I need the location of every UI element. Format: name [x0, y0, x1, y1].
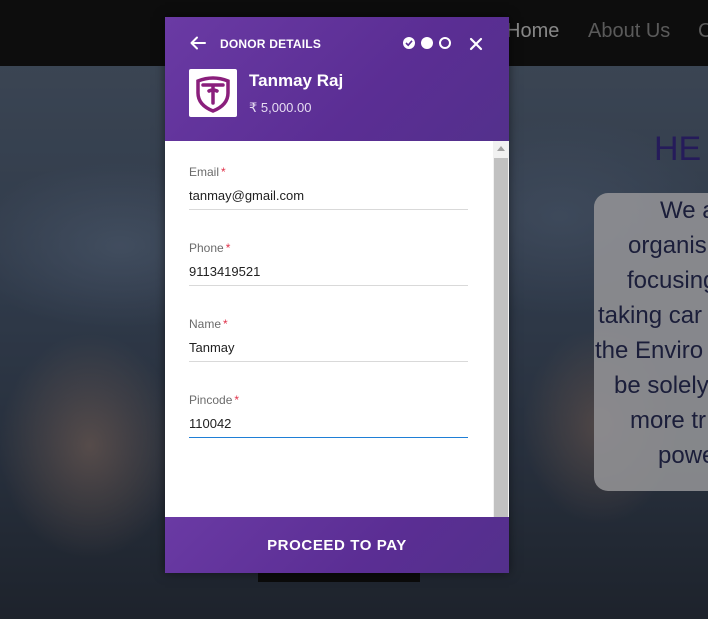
close-button[interactable]: [466, 34, 486, 54]
email-input[interactable]: [189, 188, 468, 210]
scrollbar-thumb[interactable]: [494, 158, 508, 517]
pincode-input[interactable]: [189, 416, 468, 438]
step-active-dot: [421, 37, 433, 49]
organization-logo: [189, 69, 237, 117]
name-label: Name *: [189, 317, 228, 331]
required-asterisk: *: [225, 241, 231, 255]
arrow-left-icon: [190, 36, 206, 50]
pincode-field-group: Pincode *: [189, 393, 468, 438]
scroll-up-arrow-icon[interactable]: [497, 146, 505, 151]
name-field-group: Name *: [189, 317, 468, 362]
pincode-label: Pincode *: [189, 393, 240, 407]
modal-title: DONOR DETAILS: [220, 37, 322, 51]
modal-header: DONOR DETAILS Tanmay Raj ₹ 5,000.00: [165, 17, 509, 141]
back-button[interactable]: [189, 34, 211, 56]
phone-input[interactable]: [189, 264, 468, 286]
required-asterisk: *: [223, 317, 228, 331]
donor-details-modal: DONOR DETAILS Tanmay Raj ₹ 5,000.00 Emai…: [165, 17, 509, 573]
phone-field-group: Phone *: [189, 241, 468, 286]
required-asterisk: *: [221, 165, 226, 179]
step-done-check-icon: [403, 37, 415, 49]
close-icon: [469, 37, 483, 51]
step-pending-dot: [439, 37, 451, 49]
email-label: Email *: [189, 165, 226, 179]
proceed-to-pay-button[interactable]: PROCEED TO PAY: [165, 517, 509, 573]
donor-form: Email* Phone* Name* Pincode*: [165, 141, 509, 517]
form-scrollbar[interactable]: [493, 141, 509, 517]
name-input[interactable]: [189, 340, 468, 362]
email-field-group: Email *: [189, 165, 468, 210]
phone-label: Phone *: [189, 241, 231, 255]
organization-name: Tanmay Raj: [249, 71, 344, 90]
donation-amount: ₹ 5,000.00: [249, 100, 312, 115]
required-asterisk: *: [234, 393, 240, 407]
